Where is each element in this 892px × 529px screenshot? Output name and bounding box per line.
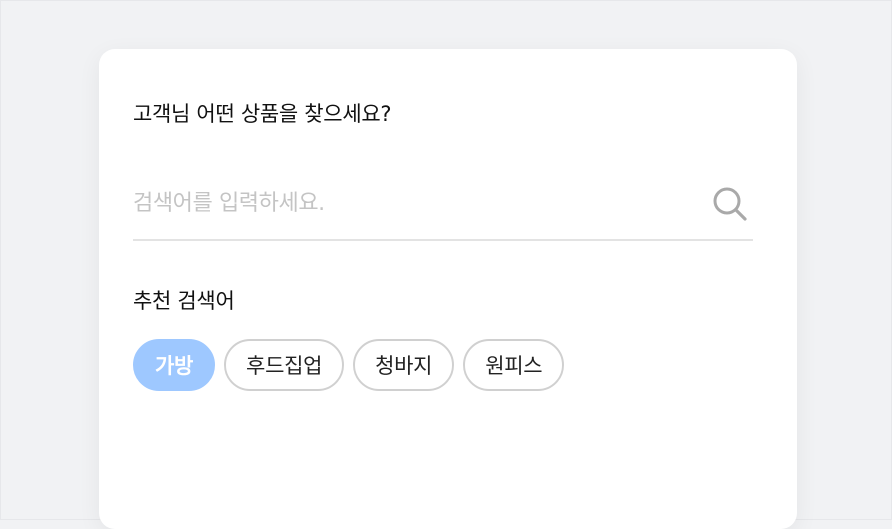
keyword-chip-dress[interactable]: 원피스 bbox=[463, 339, 565, 391]
keyword-chip-hood-zipup[interactable]: 후드집업 bbox=[224, 339, 345, 391]
panel-title: 고객님 어떤 상품을 찾으세요? bbox=[133, 102, 392, 126]
search-bar bbox=[133, 173, 753, 241]
keyword-chip-jeans[interactable]: 청바지 bbox=[353, 339, 455, 391]
recommended-keywords: 가방 후드집업 청바지 원피스 bbox=[133, 339, 565, 391]
search-panel: 고객님 어떤 상품을 찾으세요? 추천 검색어 가방 후드집업 청바지 원피스 bbox=[99, 49, 797, 529]
search-icon[interactable] bbox=[711, 185, 749, 223]
search-input[interactable] bbox=[133, 183, 693, 223]
keyword-chip-bag[interactable]: 가방 bbox=[133, 339, 216, 391]
recommended-keywords-title: 추천 검색어 bbox=[133, 289, 235, 313]
